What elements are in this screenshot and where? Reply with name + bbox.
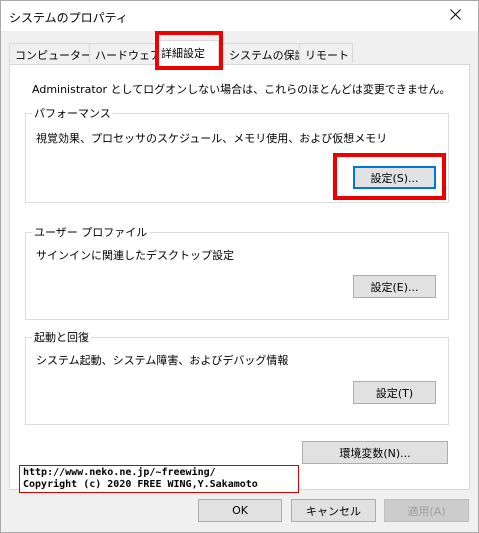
advanced-tab-panel: Administrator としてログオンしない場合は、これらのほとんどは変更で… [9,64,470,490]
copyright-watermark: http://www.neko.ne.jp/~freewing/ Copyrig… [19,465,299,493]
performance-description: 視覚効果、プロセッサのスケジュール、メモリ使用、および仮想メモリ [36,132,388,145]
close-icon [449,9,461,23]
startup-recovery-settings-button[interactable]: 設定(T) [353,381,436,404]
system-properties-dialog: システムのプロパティ コンピューター名 ハードウェア 詳細設定 システムの保護 … [0,0,479,533]
cancel-button[interactable]: キャンセル [291,499,376,522]
title-bar: システムのプロパティ [1,1,478,31]
tab-label: リモート [305,49,349,62]
tab-label: ハードウェア [95,49,156,62]
watermark-copyright: Copyright (c) 2020 FREE WING,Y.Sakamoto [23,479,258,490]
tab-label: 詳細設定 [161,47,205,60]
environment-variables-button[interactable]: 環境変数(N)... [302,441,448,464]
startup-recovery-label: 起動と回復 [32,329,91,345]
performance-settings-button[interactable]: 設定(S)... [353,166,436,189]
user-profile-label: ユーザー プロファイル [32,224,150,240]
tab-computer-name[interactable]: コンピューター名 [9,43,90,63]
admin-notice: Administrator としてログオンしない場合は、これらのほとんどは変更で… [32,83,451,96]
performance-group: パフォーマンス 視覚効果、プロセッサのスケジュール、メモリ使用、および仮想メモリ… [25,105,449,203]
ok-button[interactable]: OK [198,499,282,522]
tab-label: コンピューター名 [15,49,89,62]
user-profile-settings-button[interactable]: 設定(E)... [353,275,436,298]
tab-hardware[interactable]: ハードウェア [89,43,156,63]
apply-button[interactable]: 適用(A) [384,499,469,522]
watermark-url: http://www.neko.ne.jp/~freewing/ [23,467,216,478]
tab-advanced[interactable]: 詳細設定 [155,40,219,65]
tab-system-protection[interactable]: システムの保護 [218,43,300,63]
window-title: システムのプロパティ [9,11,128,25]
tab-label: システムの保護 [229,49,300,62]
user-profile-group: ユーザー プロファイル サインインに関連したデスクトップ設定 設定(E)... [25,224,449,320]
user-profile-description: サインインに関連したデスクトップ設定 [36,249,234,262]
startup-recovery-description: システム起動、システム障害、およびデバッグ情報 [36,354,289,367]
performance-label: パフォーマンス [32,105,113,121]
startup-recovery-group: 起動と回復 システム起動、システム障害、およびデバッグ情報 設定(T) [25,329,449,425]
tab-remote[interactable]: リモート [299,43,353,63]
close-button[interactable] [432,1,478,31]
